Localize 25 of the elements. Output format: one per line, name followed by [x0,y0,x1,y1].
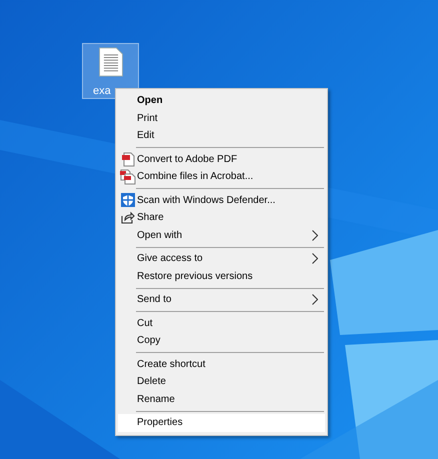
menu-item[interactable]: Send to [118,291,325,308]
shield-icon [120,193,134,208]
menu-item[interactable]: Convert to Adobe PDF [118,150,325,168]
menu-item[interactable]: Properties [118,414,325,432]
menu-item[interactable]: Copy [118,332,325,350]
share-icon [120,211,134,224]
file-name: exa [93,85,111,98]
pdf-document-icon [120,151,134,168]
chevron-right-icon [312,253,318,264]
menu-item[interactable]: Edit [118,127,325,144]
menu-item[interactable]: Combine files in Acrobat... [118,168,325,186]
menu-item[interactable]: Create shortcut [118,356,325,373]
menu-item[interactable]: Share [118,209,325,226]
menu-item[interactable]: Delete [118,373,325,390]
menu-item[interactable]: Print [118,110,325,127]
menu-item[interactable]: Open with [118,226,325,244]
menu-item[interactable]: Rename [118,390,325,408]
menu-item[interactable]: Restore previous versions [118,268,325,285]
menu-item[interactable]: Scan with Windows Defender... [118,192,325,209]
chevron-right-icon [312,230,318,241]
chevron-right-icon [312,294,318,306]
pdf-stack-icon [120,168,136,185]
menu-item[interactable]: Cut [118,314,325,332]
document-icon [96,47,124,77]
menu-item[interactable]: Give access to [118,250,325,268]
